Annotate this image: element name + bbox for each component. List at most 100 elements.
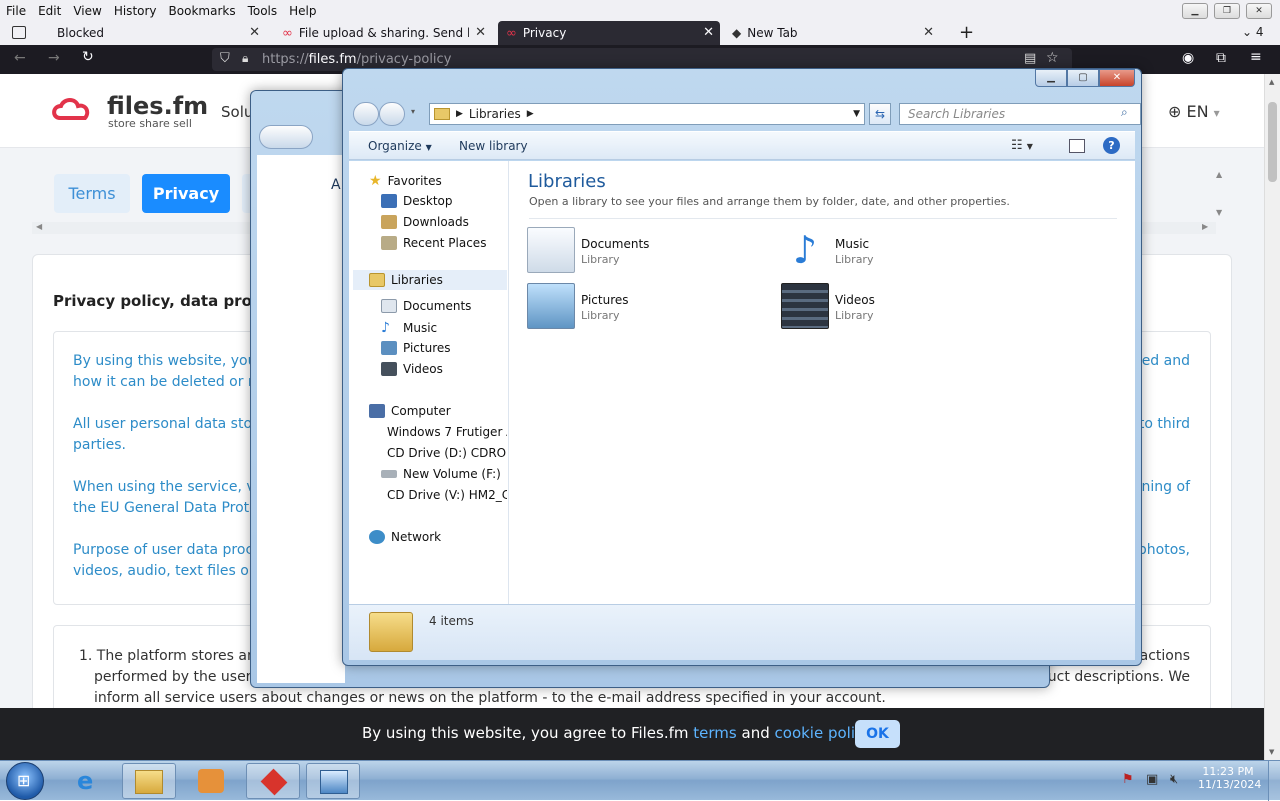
organize-menu-button[interactable]: Organize ▼ [368, 139, 432, 153]
lock-icon[interactable]: 🔒︎ [242, 51, 248, 66]
menu-bookmarks[interactable]: Bookmarks [163, 4, 242, 18]
taskbar-media-player[interactable] [184, 763, 238, 799]
language-selector[interactable]: ⊕ EN ▾ [1168, 102, 1220, 121]
explorer-window-libraries[interactable]: ▁ ▢ ✕ ▾ ▶ Libraries ▶ ▼ ⇆ Search Librari… [342, 68, 1142, 666]
menu-history[interactable]: History [108, 4, 163, 18]
close-icon[interactable]: ✕ [475, 25, 486, 40]
close-window-button[interactable]: ✕ [1246, 3, 1272, 19]
nav-favorites[interactable]: ★ Favorites [369, 173, 442, 189]
menu-tools[interactable]: Tools [242, 4, 284, 18]
volume-muted-icon[interactable]: 🔇︎ [1170, 772, 1178, 787]
terms-link[interactable]: terms [693, 724, 736, 742]
action-center-flag-icon[interactable]: ⚑ [1122, 772, 1134, 787]
breadcrumb-arrow-icon[interactable]: ▶ [456, 109, 463, 119]
scroll-up-icon[interactable]: ▲ [1269, 78, 1274, 86]
back-arrow-icon[interactable]: ← [14, 50, 26, 66]
maximize-button[interactable]: ▢ [1067, 69, 1099, 87]
shield-icon[interactable]: ⛉ [220, 51, 230, 66]
reader-view-icon[interactable]: ▤ [1024, 51, 1036, 66]
forward-arrow-icon[interactable]: → [48, 50, 60, 66]
library-documents[interactable]: Documents Library [527, 227, 649, 273]
back-forward-buttons[interactable] [259, 125, 313, 149]
change-view-icon[interactable]: ☷ ▼ [1011, 138, 1033, 153]
intro-line: videos, audio, text files or co [73, 563, 276, 579]
logo-text[interactable]: files.fm [107, 92, 208, 120]
taskbar-explorer[interactable] [122, 763, 176, 799]
clock-time: 11:23 PM [1202, 765, 1254, 778]
menu-edit[interactable]: Edit [32, 4, 67, 18]
breadcrumb-arrow-icon[interactable]: ▶ [527, 109, 534, 119]
start-button[interactable]: ⊞ [6, 762, 44, 800]
scrollbar-thumb[interactable] [1268, 102, 1277, 182]
menu-help[interactable]: Help [283, 4, 322, 18]
hamburger-menu-icon[interactable]: ≡ [1250, 49, 1262, 65]
scroll-left-icon[interactable]: ◀ [36, 222, 42, 231]
nav-documents[interactable]: Documents [381, 299, 471, 313]
nav-downloads[interactable]: Downloads [381, 215, 469, 229]
preview-pane-icon[interactable] [1069, 139, 1085, 153]
tab-privacy[interactable]: ∞ Privacy ✕ [498, 21, 720, 45]
tab-file-upload[interactable]: ∞ File upload & sharing. Send larg ✕ [274, 21, 492, 45]
address-dropdown-icon[interactable]: ▼ [853, 109, 860, 119]
library-pictures[interactable]: Pictures Library [527, 283, 629, 329]
scroll-up-icon[interactable]: ▲ [1216, 170, 1222, 179]
new-tab-button[interactable]: + [959, 22, 974, 43]
account-icon[interactable]: ◉ [1182, 50, 1194, 66]
filesfm-logo-icon[interactable] [52, 96, 102, 126]
nav-libraries[interactable]: Libraries [369, 273, 443, 287]
scroll-down-icon[interactable]: ▼ [1269, 748, 1274, 756]
tab-blocked[interactable]: Blocked ✕ [40, 21, 266, 45]
nav-pictures[interactable]: Pictures [381, 341, 451, 355]
taskbar-firefox[interactable] [246, 763, 300, 799]
nav-solutions[interactable]: Solu [221, 103, 253, 121]
nav-drive-c[interactable]: Windows 7 Frutiger A [381, 425, 507, 439]
close-icon[interactable]: ✕ [249, 25, 260, 40]
scroll-right-icon[interactable]: ▶ [1202, 222, 1208, 231]
privacy-tab-button[interactable]: Privacy [142, 174, 230, 213]
search-libraries-input[interactable]: Search Libraries [899, 103, 1141, 125]
terms-tab-button[interactable]: Terms [54, 174, 130, 213]
library-music[interactable]: ♪ Music Library [781, 227, 874, 273]
extensions-icon[interactable]: ⧉ [1216, 50, 1226, 66]
system-clock[interactable]: 11:23 PM 11/13/2024 [1198, 765, 1261, 791]
nav-computer[interactable]: Computer [369, 404, 451, 418]
search-icon[interactable]: ⌕ [1121, 105, 1128, 120]
bookmark-star-icon[interactable]: ☆ [1046, 50, 1059, 66]
nav-drive-d[interactable]: CD Drive (D:) CDROM [381, 446, 507, 460]
taskbar-internet-explorer[interactable]: e [62, 763, 116, 799]
nav-drive-v[interactable]: CD Drive (V:) HM2_C [381, 488, 507, 502]
cookie-ok-button[interactable]: OK [855, 720, 900, 748]
reload-icon[interactable]: ↻ [82, 49, 94, 65]
nav-desktop[interactable]: Desktop [381, 194, 453, 208]
recent-pages-chevron-icon[interactable]: ▾ [411, 107, 415, 116]
help-icon[interactable]: ? [1103, 137, 1120, 154]
close-icon[interactable]: ✕ [703, 25, 714, 40]
minimize-button[interactable]: ▁ [1182, 3, 1208, 19]
nav-drive-f[interactable]: New Volume (F:) [381, 467, 507, 481]
forward-button[interactable] [379, 102, 405, 126]
address-text[interactable]: Libraries [469, 107, 521, 121]
restore-button[interactable]: ❐ [1214, 3, 1240, 19]
tab-new-tab[interactable]: ◆ New Tab ✕ [726, 21, 940, 45]
new-library-button[interactable]: New library [459, 139, 528, 153]
menu-file[interactable]: File [0, 4, 32, 18]
minimize-button[interactable]: ▁ [1035, 69, 1067, 87]
nav-network[interactable]: Network [369, 530, 441, 544]
nav-videos[interactable]: Videos [381, 362, 443, 376]
show-desktop-button[interactable] [1268, 761, 1280, 801]
library-videos[interactable]: Videos Library [781, 283, 875, 329]
back-button[interactable] [353, 102, 379, 126]
address-bar[interactable]: ▶ Libraries ▶ ▼ [429, 103, 865, 125]
close-icon[interactable]: ✕ [923, 25, 934, 40]
taskbar-control-panel[interactable] [306, 763, 360, 799]
refresh-icon[interactable]: ⇆ [869, 103, 891, 125]
list-all-tabs-button[interactable]: ⌄ 4 [1242, 25, 1264, 39]
menu-view[interactable]: View [67, 4, 107, 18]
scroll-down-icon[interactable]: ▼ [1216, 208, 1222, 217]
network-tray-icon[interactable]: ▣ [1146, 772, 1158, 787]
nav-music[interactable]: ♪ Music [381, 320, 437, 336]
nav-recent-places[interactable]: Recent Places [381, 236, 486, 250]
tab-list-icon[interactable] [12, 26, 26, 39]
close-button[interactable]: ✕ [1099, 69, 1135, 87]
page-scrollbar[interactable]: ▲ ▼ [1264, 74, 1280, 760]
